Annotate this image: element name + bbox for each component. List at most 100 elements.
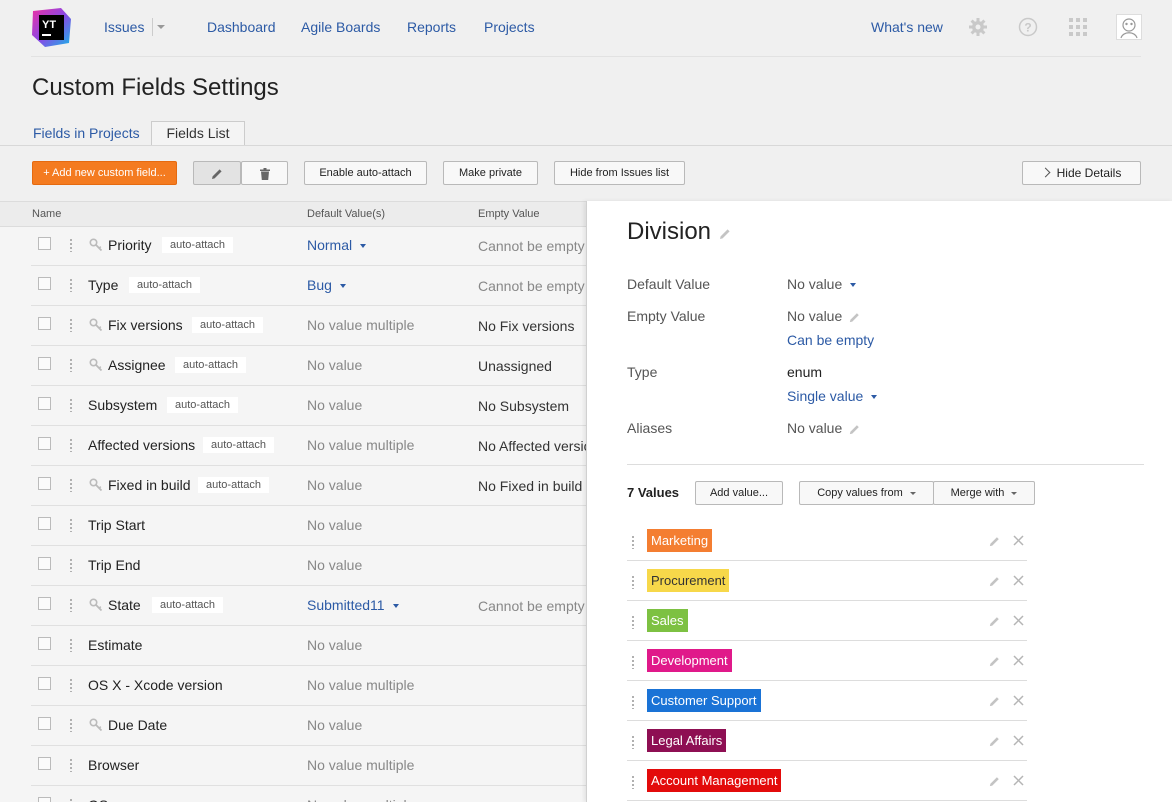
user-avatar[interactable]: [1116, 14, 1142, 40]
delete-field-button[interactable]: [241, 161, 288, 185]
row-checkbox[interactable]: [38, 477, 51, 490]
drag-handle-icon[interactable]: [70, 478, 72, 492]
table-row[interactable]: OS No value multiple: [0, 786, 586, 802]
row-checkbox[interactable]: [38, 677, 51, 690]
table-row[interactable]: Type auto-attach Bug Cannot be empty: [0, 266, 586, 306]
field-name[interactable]: Affected versions: [88, 437, 195, 453]
value-item[interactable]: Sales: [627, 601, 1027, 641]
drag-handle-icon[interactable]: [70, 798, 72, 802]
table-row[interactable]: Due Date No value: [0, 706, 586, 746]
drag-handle-icon[interactable]: [632, 615, 634, 629]
drag-handle-icon[interactable]: [70, 238, 72, 252]
table-row[interactable]: Fix versions auto-attach No value multiple…: [0, 306, 586, 346]
nav-issues[interactable]: Issues: [104, 19, 144, 35]
table-row[interactable]: Assignee auto-attach No value Unassigned: [0, 346, 586, 386]
drag-handle-icon[interactable]: [70, 718, 72, 732]
row-checkbox[interactable]: [38, 557, 51, 570]
edit-value-pencil-icon[interactable]: [988, 695, 1001, 708]
value-item[interactable]: Customer Support: [627, 681, 1027, 721]
hide-from-issues-list-button[interactable]: Hide from Issues list: [554, 161, 685, 185]
row-checkbox[interactable]: [38, 397, 51, 410]
table-row[interactable]: Estimate No value: [0, 626, 586, 666]
drag-handle-icon[interactable]: [70, 278, 72, 292]
drag-handle-icon[interactable]: [70, 758, 72, 772]
merge-with-button[interactable]: Merge with: [933, 481, 1035, 505]
edit-value-pencil-icon[interactable]: [988, 655, 1001, 668]
field-name[interactable]: Trip End: [88, 557, 140, 573]
default-value-select[interactable]: Submitted11: [307, 597, 399, 613]
edit-title-pencil-icon[interactable]: [718, 227, 732, 241]
field-name[interactable]: State: [108, 597, 141, 613]
nav-projects[interactable]: Projects: [484, 19, 535, 35]
add-value-button[interactable]: Add value...: [695, 481, 783, 505]
row-checkbox[interactable]: [38, 637, 51, 650]
edit-value-pencil-icon[interactable]: [988, 575, 1001, 588]
row-checkbox[interactable]: [38, 517, 51, 530]
table-row[interactable]: OS X - Xcode version No value multiple: [0, 666, 586, 706]
row-checkbox[interactable]: [38, 797, 51, 802]
close-icon[interactable]: [1013, 655, 1024, 666]
field-name[interactable]: Fixed in build: [108, 477, 191, 493]
row-checkbox[interactable]: [38, 757, 51, 770]
edit-aliases-pencil-icon[interactable]: [848, 423, 861, 436]
edit-value-pencil-icon[interactable]: [988, 535, 1001, 548]
field-name[interactable]: Due Date: [108, 717, 167, 733]
tab-fields-list[interactable]: Fields List: [151, 121, 245, 146]
edit-value-pencil-icon[interactable]: [988, 775, 1001, 788]
table-row[interactable]: State auto-attach Submitted11 Cannot be emp…: [0, 586, 586, 626]
value-tag[interactable]: Account Management: [647, 769, 782, 792]
gear-icon[interactable]: [967, 16, 989, 38]
close-icon[interactable]: [1013, 615, 1024, 626]
tab-fields-in-projects[interactable]: Fields in Projects: [33, 125, 140, 141]
default-value-select[interactable]: Normal: [307, 237, 367, 253]
table-row[interactable]: Affected versions auto-attach No value mul…: [0, 426, 586, 466]
drag-handle-icon[interactable]: [70, 358, 72, 372]
table-row[interactable]: Priority auto-attach Normal Cannot be empty: [0, 226, 586, 266]
field-name[interactable]: Type: [88, 277, 118, 293]
value-item[interactable]: Procurement: [627, 561, 1027, 601]
row-checkbox[interactable]: [38, 237, 51, 250]
row-checkbox[interactable]: [38, 437, 51, 450]
table-row[interactable]: Subsystem auto-attach No value No Subsystem: [0, 386, 586, 426]
drag-handle-icon[interactable]: [632, 655, 634, 669]
drag-handle-icon[interactable]: [632, 535, 634, 549]
cardinality-select[interactable]: Single value: [787, 388, 878, 404]
copy-values-from-button[interactable]: Copy values from: [799, 481, 934, 505]
value-tag[interactable]: Marketing: [647, 529, 713, 552]
nav-dashboard[interactable]: Dashboard: [207, 19, 276, 35]
help-icon[interactable]: ?: [1017, 16, 1039, 38]
drag-handle-icon[interactable]: [632, 735, 634, 749]
field-name[interactable]: OS: [88, 797, 108, 802]
drag-handle-icon[interactable]: [632, 695, 634, 709]
issues-dropdown-icon[interactable]: [157, 25, 165, 29]
nav-reports[interactable]: Reports: [407, 19, 456, 35]
row-checkbox[interactable]: [38, 357, 51, 370]
drag-handle-icon[interactable]: [70, 638, 72, 652]
drag-handle-icon[interactable]: [70, 318, 72, 332]
drag-handle-icon[interactable]: [70, 678, 72, 692]
field-name[interactable]: Fix versions: [108, 317, 183, 333]
add-custom-field-button[interactable]: + Add new custom field...: [32, 161, 177, 185]
default-value-select[interactable]: No value: [787, 276, 857, 292]
nav-agile-boards[interactable]: Agile Boards: [301, 19, 380, 35]
drag-handle-icon[interactable]: [632, 575, 634, 589]
drag-handle-icon[interactable]: [70, 438, 72, 452]
can-be-empty-link[interactable]: Can be empty: [787, 332, 874, 348]
field-name[interactable]: Assignee: [108, 357, 166, 373]
row-checkbox[interactable]: [38, 317, 51, 330]
field-name[interactable]: OS X - Xcode version: [88, 677, 223, 693]
field-name[interactable]: Subsystem: [88, 397, 157, 413]
table-row[interactable]: Browser No value multiple: [0, 746, 586, 786]
drag-handle-icon[interactable]: [70, 518, 72, 532]
table-row[interactable]: Trip End No value: [0, 546, 586, 586]
edit-empty-value-pencil-icon[interactable]: [848, 311, 861, 324]
value-tag[interactable]: Legal Affairs: [647, 729, 727, 752]
value-tag[interactable]: Customer Support: [647, 689, 761, 712]
drag-handle-icon[interactable]: [70, 598, 72, 612]
value-item[interactable]: Marketing: [627, 521, 1027, 561]
field-name[interactable]: Estimate: [88, 637, 142, 653]
edit-field-button[interactable]: [193, 161, 241, 185]
close-icon[interactable]: [1013, 575, 1024, 586]
row-checkbox[interactable]: [38, 277, 51, 290]
row-checkbox[interactable]: [38, 597, 51, 610]
